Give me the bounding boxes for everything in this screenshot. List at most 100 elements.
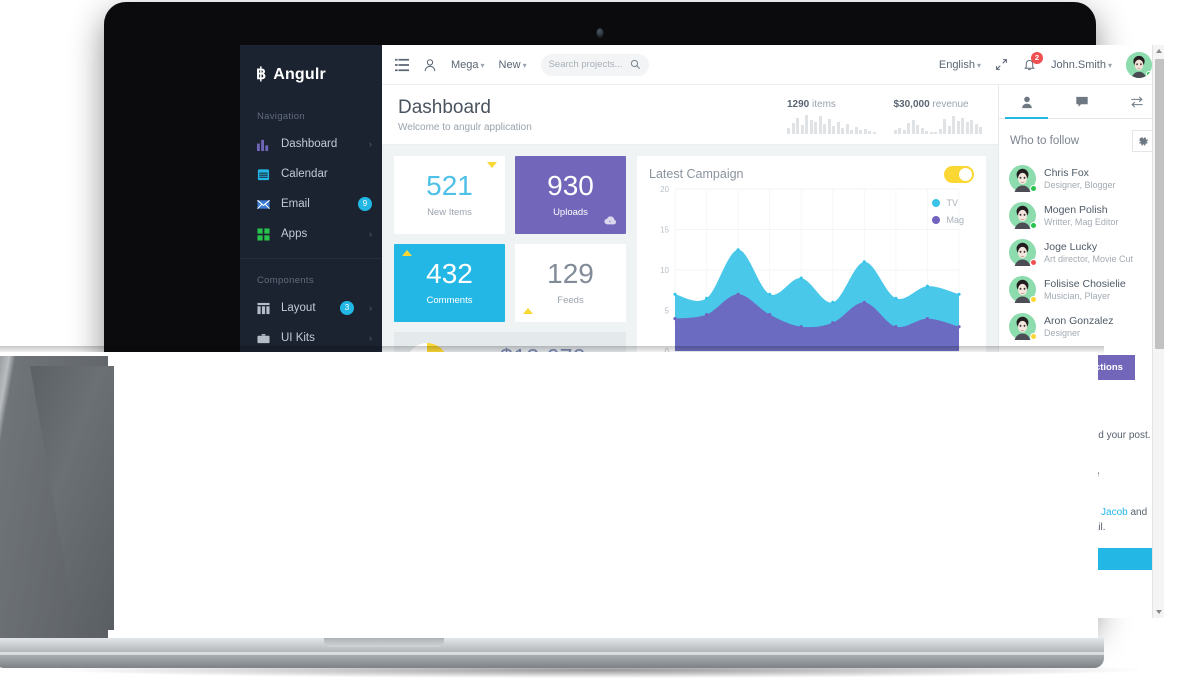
stat-tile-new-items[interactable]: 521 New Items (394, 156, 505, 234)
svg-text:1: 1 (704, 356, 709, 365)
avatar-status-dot (1030, 296, 1037, 303)
header-stat-label: 1290 items (787, 99, 836, 110)
stat-tile-caption: Uploads (553, 207, 588, 218)
avatar[interactable] (1126, 51, 1152, 78)
right-panel-tabs (999, 85, 1164, 119)
sidebar-item-table[interactable]: Table 2 › (240, 353, 382, 383)
sidebar-item-documents[interactable]: Documents (240, 547, 382, 577)
gear-icon[interactable] (1132, 130, 1154, 152)
list-item[interactable]: Joge Lucky Art director, Movie Cut (1009, 234, 1154, 271)
chevron-right-icon: › (369, 139, 372, 149)
milestone-widget: Milestone 60% (240, 587, 382, 618)
sidebar-item-pages[interactable]: Pages › (240, 443, 382, 473)
envelope-icon (257, 198, 270, 211)
center-content: Dashboard Welcome to angulr application … (382, 85, 998, 618)
new-menu-button[interactable]: New ▾ (499, 59, 527, 71)
more-connections-button[interactable]: More Connections (1028, 355, 1135, 380)
expand-icon[interactable] (995, 58, 1009, 72)
stat-tile-number: 930 (547, 170, 594, 201)
person-name: Aron Gonzalez (1044, 315, 1114, 327)
sidebar-item-profile[interactable]: Profile 30% (240, 517, 382, 547)
managed-subtitle: Service report of this year (updated 1 h… (406, 434, 606, 445)
foreground-bezel-inner (30, 366, 114, 630)
activity-cta-bar[interactable] (999, 548, 1164, 570)
timeline-dot (1010, 496, 1018, 504)
sidebar-item-form[interactable]: Form › (240, 383, 382, 413)
svg-text:0: 0 (673, 356, 678, 365)
search-input[interactable] (548, 59, 626, 70)
person-info: Chris Fox Designer, Blogger (1044, 167, 1116, 190)
report-label: Consulting (801, 450, 851, 462)
page-header: Dashboard Welcome to angulr application … (382, 85, 998, 145)
stat-tile-feeds[interactable]: 129 Feeds (515, 244, 626, 322)
mega-menu-button[interactable]: Mega ▾ (451, 59, 485, 71)
person-info: Folisise Chosielie Musician, Player (1044, 278, 1126, 301)
list-item[interactable]: Mogen Polish Writter, Mag Editor (1009, 197, 1154, 234)
svg-text:50: 50 (416, 481, 425, 490)
stat-tile-comments[interactable]: 432 Comments (394, 244, 505, 322)
avatar (1009, 202, 1037, 229)
page-scrollbar[interactable] (1152, 45, 1164, 618)
stat-tile-number: 129 (547, 258, 594, 289)
refresh-circle-icon[interactable] (751, 420, 762, 431)
chevron-down-icon: ▾ (480, 60, 485, 70)
sidebar-item-email[interactable]: Email 9 (240, 189, 382, 219)
search-box[interactable] (540, 53, 649, 76)
scroll-down-icon[interactable] (1153, 606, 1164, 618)
svg-text:0: 0 (665, 347, 670, 356)
sidebar-item-calendar[interactable]: Calendar (240, 159, 382, 189)
activity-text: Call to customer Jacob and discuss the d… (1026, 506, 1154, 535)
report-fill (801, 542, 844, 547)
list-item[interactable]: Aron Gonzalez Designer (1009, 308, 1154, 345)
list-item[interactable]: Folisise Chosielie Musician, Player (1009, 271, 1154, 308)
topbar: Mega▾ New▾ English▾ (382, 45, 1164, 85)
chevron-right-icon: › (369, 229, 372, 239)
notifications-button[interactable]: 2 (1023, 51, 1043, 72)
user-menu-button[interactable]: John.Smith ▾ (1051, 59, 1112, 71)
revenue-pie-wrap (394, 342, 460, 386)
scrollbar-thumb[interactable] (1154, 59, 1164, 349)
scroll-up-icon[interactable] (1153, 45, 1164, 57)
main-column: Mega▾ New▾ English▾ (382, 45, 1164, 618)
svg-text:5: 5 (831, 356, 836, 365)
person-role: Designer, Blogger (1044, 180, 1116, 190)
svg-text:20: 20 (660, 185, 669, 194)
sidebar-item-layout[interactable]: Layout 3 › (240, 293, 382, 323)
activity-text: Join comference (1026, 468, 1154, 483)
activity-link[interactable]: Jacob (1101, 507, 1128, 518)
sidebar-item-chart[interactable]: Chart (240, 413, 382, 443)
search-icon[interactable] (630, 59, 641, 70)
person-name: Joge Lucky (1044, 241, 1098, 253)
list-item[interactable]: Chris Fox Designer, Blogger (1009, 160, 1154, 197)
avatar (1009, 313, 1037, 340)
reports-note: Dales nisi nec adipiscing elit. Morbi id… (801, 563, 968, 589)
chevron-down-icon: ▾ (522, 60, 527, 70)
activity-time: 5 minutes ago (1026, 416, 1086, 427)
svg-text:9: 9 (957, 356, 962, 365)
sidebar-item-dashboard[interactable]: Dashboard › (240, 129, 382, 159)
brand-logo[interactable]: ฿ Angulr (240, 55, 382, 95)
svg-text:8: 8 (925, 356, 930, 365)
chart-bars-icon (257, 422, 270, 435)
user-icon (257, 526, 270, 539)
tab-messages[interactable] (1054, 85, 1109, 118)
avatar (1009, 276, 1037, 303)
user-outline-icon[interactable] (423, 58, 437, 72)
macbook-brand-label: MacBook (570, 622, 630, 636)
bottom-grid: Managed Services Service report of this … (394, 407, 986, 612)
sidebar-item-apps[interactable]: Apps › (240, 219, 382, 249)
timeline-dot (1010, 419, 1018, 427)
sidebar-item-ui-kits[interactable]: UI Kits › (240, 323, 382, 353)
legend-item: TV (932, 198, 964, 208)
legend-label: Mag (946, 215, 964, 225)
stat-tile-uploads[interactable]: 930 Uploads (515, 156, 626, 234)
language-selector[interactable]: English ▾ (939, 59, 981, 71)
report-item: Online tutorials 35% (801, 487, 971, 510)
activity-link[interactable]: Jessi (1026, 430, 1049, 441)
revenue-amount: $12,670 (500, 343, 586, 370)
tab-contacts[interactable] (999, 85, 1054, 119)
sidebar-item-label: Email (281, 198, 310, 210)
campaign-toggle[interactable] (944, 166, 974, 183)
menu-list-icon[interactable] (395, 58, 409, 72)
person-info: Aron Gonzalez Designer (1044, 315, 1113, 338)
